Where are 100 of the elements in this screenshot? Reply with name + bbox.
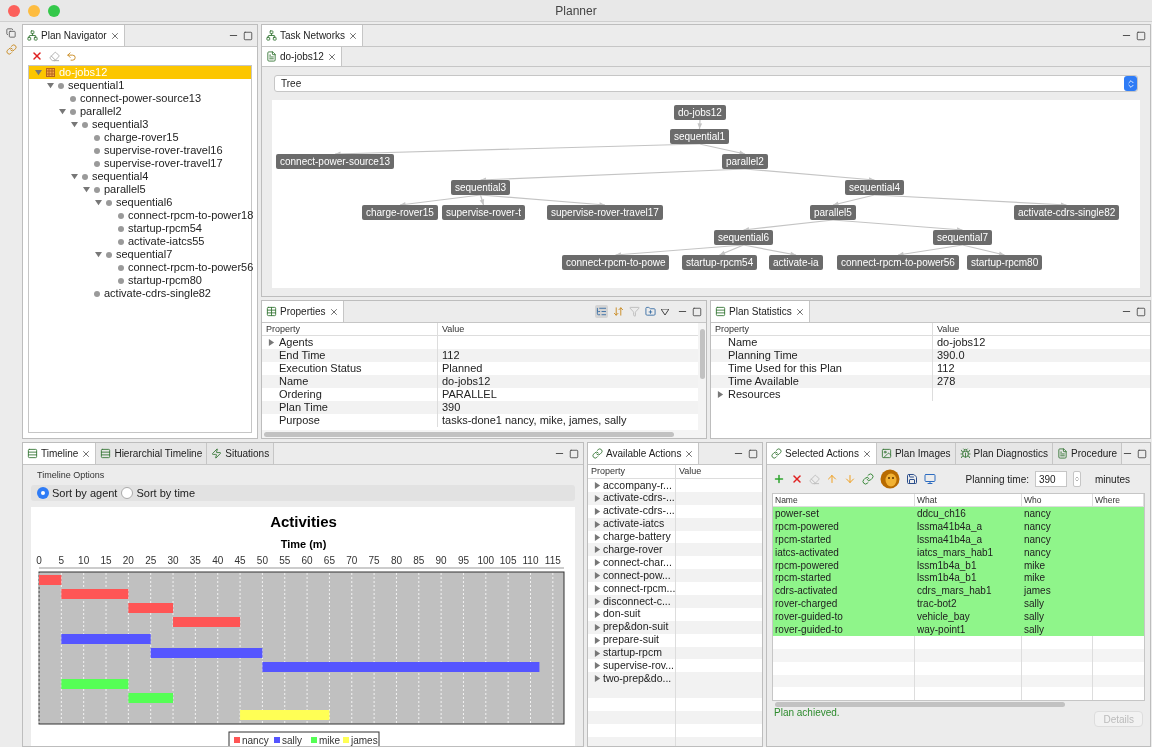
property-value: 278 [936,374,956,390]
tree-item[interactable]: sequential3 [29,118,251,131]
table-row[interactable]: rover-guided-to vehicle_bay sally [773,610,1144,623]
table-cell-text: sally [1023,610,1045,625]
panel-tab[interactable]: Plan Diagnostics [955,443,1053,464]
tree-item[interactable]: charge-rover15 [29,131,251,144]
table-cell-text: trac-bot2 [916,597,958,612]
column-header[interactable]: Property [262,323,438,335]
task-node[interactable]: charge-rover15 [362,205,438,220]
table-cell-text: nancy [1023,532,1052,547]
property-value: 112 [441,348,460,364]
tree-item[interactable]: connect-power-source13 [29,92,251,105]
table-cell-text: rpcm-started [774,571,833,586]
tick-label: 45 [234,555,246,566]
property-value: 390 [441,400,461,416]
property-label: Resources [727,387,781,403]
tree-item[interactable]: sequential4 [29,170,251,183]
column-header[interactable]: Where [1093,494,1144,506]
panel-tab[interactable]: Available Actions [588,443,700,464]
task-node[interactable]: activate-ia [769,255,823,270]
action-item[interactable]: accompany-r... [588,479,676,492]
table-row[interactable]: cdrs-activated cdrs_mars_hab1 james [773,584,1144,598]
panel-tab[interactable]: Properties [262,301,344,322]
tree-item[interactable]: sequential6 [29,196,251,209]
table-cell-text: rpcm-started [774,532,833,547]
panel-tab[interactable]: Plan Statistics [711,301,810,322]
panel-tab[interactable]: Timeline [23,443,97,464]
table-cell-text: rover-guided-to [774,622,844,637]
tree-item[interactable]: connect-rpcm-to-power56 [29,261,251,274]
task-node[interactable]: startup-rpcm54 [682,255,758,270]
task-node[interactable]: connect-rpcm-to-power56 [837,255,959,270]
panel-tab[interactable]: do-jobs12 [262,47,342,66]
tree-item[interactable]: sequential7 [29,248,251,261]
tree-item[interactable]: supervise-rover-travel17 [29,157,251,170]
task-node[interactable]: sequential1 [670,129,730,144]
panel-tab[interactable]: Procedure [1053,443,1123,464]
action-item[interactable]: activate-cdrs-... [588,504,676,518]
tree-item[interactable]: parallel2 [29,105,251,118]
property-label: Purpose [278,413,320,429]
panel-tab[interactable]: Plan Navigator [23,25,125,46]
radio-option[interactable]: Sort by agent [37,484,118,501]
tick-label: 5 [58,555,64,566]
panel-tab[interactable]: Situations [207,443,275,464]
panel-tab[interactable]: Plan Images [876,443,956,464]
task-node[interactable]: supervise-rover-t [442,205,526,220]
tree-item[interactable]: connect-rpcm-to-power18 [29,209,251,222]
planning-time-field[interactable]: 390 [1035,471,1067,487]
table-row[interactable]: rover-charged trac-bot2 sally [773,597,1144,611]
task-node[interactable]: connect-rpcm-to-powe [562,255,670,270]
table-row[interactable]: rpcm-started lssm1b4a_b1 mike [773,571,1144,585]
task-node[interactable]: do-jobs12 [674,105,726,120]
table-cell-text: vehicle_bay [916,610,971,625]
tick-label: 55 [278,555,290,566]
column-header[interactable]: Who [1022,494,1093,506]
task-node[interactable]: startup-rpcm80 [967,255,1043,270]
panel-tab[interactable]: Task Networks [262,25,363,46]
tree-item[interactable]: startup-rpcm80 [29,274,251,287]
task-node[interactable]: activate-cdrs-single82 [1014,205,1120,220]
tick-label: 60 [301,555,313,566]
tick-label: 70 [345,555,357,566]
table-cell-text: lssma41b4a_a [916,532,984,547]
column-header[interactable]: Property [588,465,676,478]
tick-label: 90 [435,555,447,566]
task-node[interactable]: sequential6 [714,230,774,245]
tree-item[interactable]: sequential1 [29,79,251,92]
tick-label: 115 [544,555,561,566]
task-node[interactable]: connect-power-source13 [276,154,395,169]
property-value: do-jobs12 [441,374,491,390]
view-select[interactable]: Tree [274,75,1138,92]
property-value: 390.0 [936,348,965,364]
tick-label: 30 [167,555,179,566]
action-item[interactable]: don-suit [588,607,676,621]
status-message: Plan achieved. [774,706,840,720]
column-header[interactable]: Value [676,465,702,478]
panel-tab[interactable]: Selected Actions [767,443,877,464]
tick-label: 50 [256,555,268,566]
tree-item[interactable]: startup-rpcm54 [29,222,251,235]
action-item[interactable]: prepare-suit [588,633,676,647]
task-node[interactable]: sequential4 [845,180,905,195]
task-node[interactable]: sequential3 [451,180,511,195]
tree-item[interactable]: activate-cdrs-single82 [29,287,251,300]
task-node[interactable]: parallel2 [722,154,768,169]
task-node[interactable]: parallel5 [810,205,856,220]
tick-label: 75 [368,555,380,566]
column-header[interactable]: Value [438,323,698,335]
tree-item[interactable]: supervise-rover-travel16 [29,144,251,157]
panel-tab[interactable]: Hierarchial Timeline [96,443,208,464]
table-row[interactable]: rover-guided-to way-point1 sally [773,623,1144,636]
radio-option[interactable]: Sort by time [121,484,196,501]
tree-item[interactable]: activate-iatcs55 [29,235,251,248]
column-header[interactable]: Name [773,494,915,506]
table-row[interactable]: power-set ddcu_ch16 nancy [773,507,1144,520]
tree-item[interactable]: parallel5 [29,183,251,196]
table-cell-text: lssm1b4a_b1 [916,571,978,586]
task-node[interactable]: sequential7 [933,230,993,245]
property-value: do-jobs12 [936,335,986,351]
column-header[interactable]: Value [933,323,1150,335]
column-header[interactable]: Property [711,323,933,335]
task-node[interactable]: supervise-rover-travel17 [547,205,663,220]
column-header[interactable]: What [915,494,1022,506]
